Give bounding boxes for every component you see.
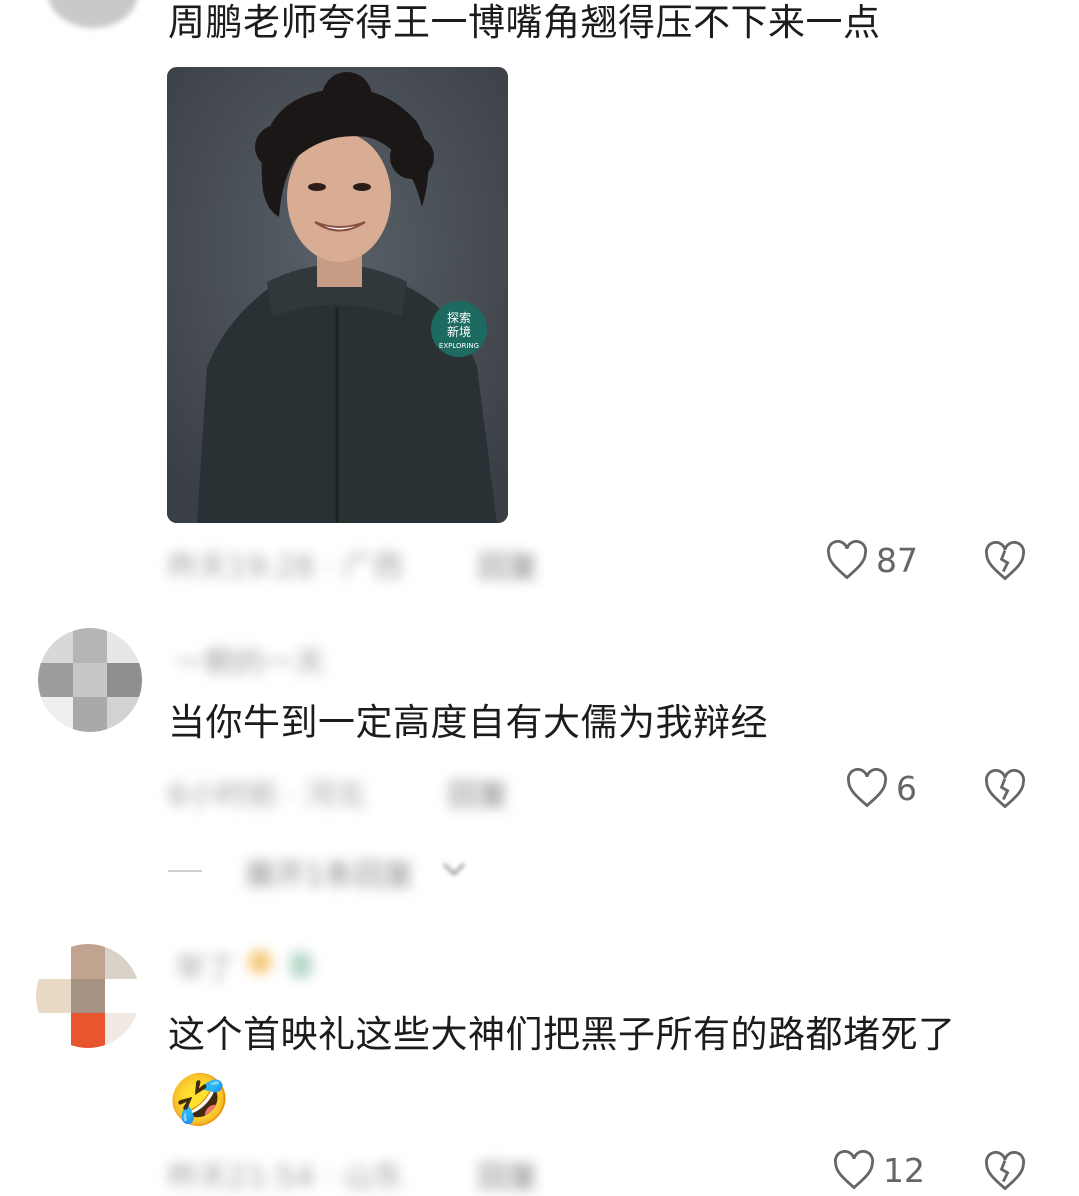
comment-text: 当你牛到一定高度自有大儒为我辩经 (168, 701, 768, 744)
heart-icon (826, 540, 868, 580)
comment-image[interactable]: 探索 新境 EXPLORING (167, 67, 508, 523)
comment-text: 这个首映礼这些大神们把黑子所有的路都堵死了 (168, 1013, 956, 1056)
user-badge-icon (290, 952, 312, 978)
badge-line2: 新境 (447, 324, 471, 339)
like-button[interactable]: 12 (833, 1150, 925, 1190)
avatar[interactable] (38, 628, 142, 732)
comment-meta: 昨天19:28 · 广西 (168, 550, 404, 585)
reply-button[interactable]: 回复 (448, 770, 508, 814)
comment-text: 周鹏老师夸得王一博嘴角翘得压不下来一点 (168, 1, 881, 44)
reply-button[interactable]: 回复 (478, 1152, 538, 1196)
portrait-image: 探索 新境 EXPLORING (167, 67, 508, 523)
expand-replies-button[interactable]: 展开1条回复 (245, 850, 414, 894)
heart-icon (833, 1150, 875, 1190)
username[interactable]: 早了 (175, 944, 235, 988)
like-button[interactable]: 87 (826, 540, 918, 580)
heart-icon (846, 768, 888, 808)
comment-meta: 昨天21:54 · 山东 (168, 1160, 404, 1195)
badge-line3: EXPLORING (439, 342, 479, 350)
reply-divider (168, 870, 202, 872)
badge-line1: 探索 (447, 311, 471, 325)
dislike-broken-heart-icon[interactable] (984, 541, 1026, 581)
like-button[interactable]: 6 (846, 768, 917, 808)
user-badge-icon (248, 950, 272, 974)
chevron-down-icon (440, 858, 468, 880)
dislike-broken-heart-icon[interactable] (984, 769, 1026, 809)
like-count: 87 (876, 540, 918, 580)
username[interactable]: 一颗的一天 (175, 638, 325, 682)
reply-button[interactable]: 回复 (478, 542, 538, 586)
emoji-rofl-icon: 🤣 (168, 1071, 231, 1129)
like-count: 6 (896, 768, 917, 808)
dislike-broken-heart-icon[interactable] (984, 1151, 1026, 1191)
avatar[interactable] (48, 0, 138, 28)
like-count: 12 (883, 1150, 925, 1190)
comment-meta: 6小时前 · 河北 (168, 778, 366, 813)
avatar[interactable] (36, 944, 140, 1048)
